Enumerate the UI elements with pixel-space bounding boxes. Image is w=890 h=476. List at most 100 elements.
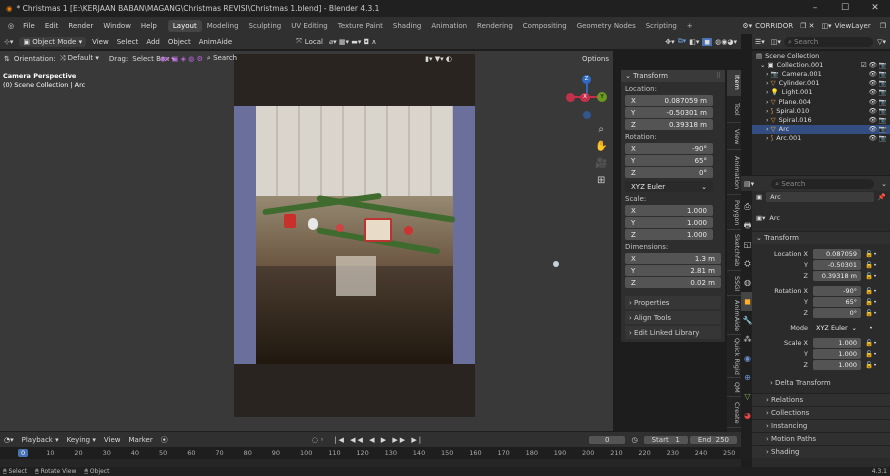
light-object-icon[interactable] [553,261,559,267]
tab-shading[interactable]: Shading [388,20,426,32]
menu-window[interactable]: Window [98,22,136,30]
current-frame-field[interactable]: 0 [589,435,626,444]
scale-z-field[interactable]: Z 1.000 [625,229,713,240]
lock-icon[interactable]: 🔓• [865,350,877,358]
chevron-down-icon[interactable]: ⌄ [878,180,890,188]
tab-sculpting[interactable]: Sculpting [244,20,287,32]
orientation-dropdown[interactable]: ⤨ Default ▾ [56,54,103,63]
tab-qm[interactable]: QM [727,379,741,397]
collections-section[interactable]: › Collections [752,406,890,419]
display-mode-icon[interactable]: ◫▾ [768,38,784,46]
menu-animaide[interactable]: AnimAide [195,38,236,46]
scale-y-field[interactable]: 1.000 [813,348,861,359]
outliner-row[interactable]: ▤ Scene Collection [752,51,890,60]
location-z-field[interactable]: Z 0.39318 m [625,119,713,130]
visibility-icons[interactable]: 👁 📷 [869,134,890,142]
pin-icon[interactable]: 📌 [878,193,886,201]
view-tools-icon[interactable]: ◉▾ ▣ ◈ ◍ ⚙ [160,55,203,63]
edit-linked-library-section[interactable]: › Edit Linked Library [625,326,721,339]
tab-sketchfab[interactable]: Sketchfab [727,231,741,271]
snap-icon[interactable]: ⌀▾ ▦▾ ▬▾ ◘ ∧ [326,38,380,46]
relations-section[interactable]: › Relations [752,393,890,406]
mode-selector[interactable]: ▣ Object Mode ▾ [19,36,87,47]
timeline-view-menu[interactable]: View [100,436,125,444]
shading-modes-icon[interactable]: ◍◉◕▾ [715,38,737,46]
tab-animation[interactable]: Animation [426,20,472,32]
motion-paths-section[interactable]: › Motion Paths [752,432,890,445]
lock-icon[interactable]: 🔓• [865,287,877,295]
timeline-ruler[interactable]: 0 10 20 30 40 50 60 70 80 90 100 110 120 130 140 150 160… [0,447,741,459]
visibility-icons[interactable]: 👁 📷 [869,79,890,87]
view-layer-icon[interactable]: ◫▾ [821,22,831,30]
minimize-button[interactable]: – [800,0,830,17]
3d-viewport[interactable]: ⇅ Orientation: ⤨ Default ▾ Drag: Select … [0,51,613,431]
expand-chevron-icon[interactable]: ⌄ [760,61,768,69]
close-button[interactable]: ✕ [860,0,890,17]
lock-icon[interactable]: 🔓• [865,250,877,258]
timeline-editor-icon[interactable]: ◔▾ [0,436,18,444]
tab-modeling[interactable]: Modeling [202,20,244,32]
auto-keying-icon[interactable]: ⦿ [157,435,172,445]
lock-icon[interactable]: 🔓• [865,272,877,280]
tab-ssgi[interactable]: SSGI [727,272,741,296]
tab-polygon[interactable]: Polygon [727,196,741,230]
options-button[interactable]: Options [582,55,609,63]
menu-select[interactable]: Select [113,38,143,46]
overlay-toggle-icon[interactable]: ⧉▾ [678,37,687,46]
tab-texture-paint[interactable]: Texture Paint [333,20,388,32]
data-name-field[interactable]: Arc [769,214,780,222]
rotation-mode-dropdown[interactable]: XYZ Euler ⌄ [625,181,713,192]
tab-animaide[interactable]: AnimAide [727,297,741,335]
menu-render[interactable]: Render [63,22,98,30]
menu-object[interactable]: Object [164,38,195,46]
location-z-field[interactable]: 0.39318 m [813,270,861,281]
outliner-row[interactable]: › ⟆ Arc.001 👁 📷 [752,134,890,143]
gizmo-toggle-icon[interactable]: ✥▾ [665,38,674,46]
rotation-x-field[interactable]: -90° [813,285,861,296]
scale-y-field[interactable]: Y 1.000 [625,217,713,228]
lock-icon[interactable]: 🔓• [865,361,877,369]
tab-rendering[interactable]: Rendering [472,20,518,32]
lock-icon[interactable]: 🔓• [865,298,877,306]
outliner-search-field[interactable]: ⌕ Search [783,36,874,47]
scene-name[interactable]: CORRIDOR [755,22,793,30]
rotation-y-field[interactable]: Y 65° [625,155,713,166]
delta-transform-section[interactable]: › Delta Transform [752,376,890,389]
align-tools-section[interactable]: › Align Tools [625,311,721,324]
instancing-section[interactable]: › Instancing [752,419,890,432]
menu-view[interactable]: View [88,38,113,46]
keyframe-dot-icon[interactable]: • [869,324,873,332]
keying-menu[interactable]: Keying ▾ [63,436,100,444]
filter-icon[interactable]: ▮▾ ▼▾ ◐ [425,55,452,63]
tab-animation[interactable]: Animation [727,151,741,195]
scale-x-field[interactable]: X 1.000 [625,205,713,216]
lock-icon[interactable]: 🔓• [865,339,877,347]
tab-quick-rigid[interactable]: Quick Rigid [727,336,741,378]
scale-z-field[interactable]: 1.000 [813,359,861,370]
outliner-editor-icon[interactable]: ☰▾ [752,38,768,46]
start-frame-field[interactable]: Start 1 [643,435,688,444]
tab-scripting[interactable]: Scripting [641,20,682,32]
rotation-y-field[interactable]: 65° [813,296,861,307]
menu-edit[interactable]: Edit [40,22,64,30]
shading-solid-icon[interactable]: ◼ [702,37,713,46]
xray-icon[interactable]: ◧▾ [689,38,699,46]
view-layer-name[interactable]: ViewLayer [835,22,871,30]
tab-create[interactable]: Create [727,398,741,428]
scene-icon[interactable]: ⚙▾ [742,22,752,30]
visibility-icons[interactable]: 👁 📷 [869,98,890,106]
add-workspace-button[interactable]: + [682,20,698,32]
tab-view[interactable]: View [727,124,741,150]
filter-icon[interactable]: ▽▾ [873,38,890,46]
tab-layout[interactable]: Layout [167,19,202,32]
blender-menu-icon[interactable]: ◎ [4,22,18,30]
visibility-icons[interactable]: 👁 📷 [869,125,890,133]
dimensions-y-field[interactable]: Y 2.81 m [625,265,721,276]
lock-icon[interactable]: 🔓• [865,309,877,317]
transform-section-header[interactable]: ⌄ Transform [752,231,890,244]
gizmo-neg-z-icon[interactable] [583,111,591,119]
outliner-row[interactable]: ⌄ ▣ Collection.001 ☑ 👁 📷 [752,60,890,69]
playback-menu[interactable]: Playback ▾ [18,436,63,444]
maximize-button[interactable]: ☐ [830,0,860,17]
camera-view-icon[interactable]: 🎥 [595,155,607,172]
